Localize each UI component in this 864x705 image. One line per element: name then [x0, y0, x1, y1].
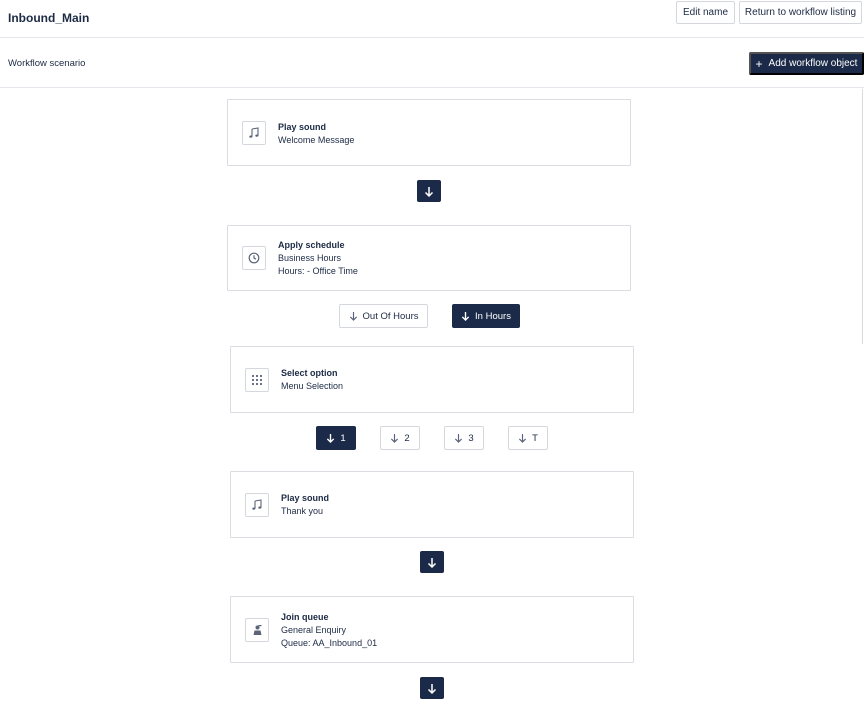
arrow-down-icon: [427, 683, 437, 694]
clock-icon: [242, 246, 266, 270]
branch-out-of-hours[interactable]: Out Of Hours: [339, 304, 428, 328]
arrow-down-icon: [327, 433, 335, 443]
section-title: Workflow scenario: [8, 58, 86, 69]
next-step-arrow-button[interactable]: [417, 180, 441, 202]
workflow-node-join-queue[interactable]: Join queue General Enquiry Queue: AA_Inb…: [230, 596, 634, 663]
node-detail: Thank you: [281, 506, 324, 516]
branch-label: 3: [468, 432, 474, 444]
arrow-down-icon: [461, 311, 470, 321]
arrow-down-icon: [427, 557, 437, 568]
arrow-down-icon: [455, 433, 463, 443]
branch-label: 1: [340, 432, 346, 444]
scenario-bar: Workflow scenario + Add workflow object: [0, 38, 864, 88]
branch-label: T: [532, 432, 538, 444]
branch-label: 2: [404, 432, 410, 444]
node-detail: Queue: AA_Inbound_01: [281, 638, 378, 648]
queue-agent-icon: [245, 618, 269, 642]
node-heading: Apply schedule: [278, 240, 345, 250]
node-heading: Join queue: [281, 612, 329, 622]
node-heading: Select option: [281, 368, 338, 378]
node-text: Join queue General Enquiry Queue: AA_Inb…: [281, 611, 377, 650]
node-heading: Play sound: [281, 493, 330, 503]
node-detail: General Enquiry: [281, 625, 347, 635]
workflow-node-play-sound[interactable]: Play sound Thank you: [230, 471, 634, 538]
plus-icon: +: [755, 56, 763, 71]
add-workflow-object-button[interactable]: + Add workflow object: [749, 52, 864, 75]
edit-name-button[interactable]: Edit name: [676, 1, 735, 24]
branch-label: Out Of Hours: [362, 310, 419, 322]
branch-option-2[interactable]: 2: [380, 426, 420, 450]
branch-option-t[interactable]: T: [508, 426, 548, 450]
next-step-arrow-button[interactable]: [420, 677, 444, 699]
workflow-node-apply-schedule[interactable]: Apply schedule Business Hours Hours: - O…: [227, 225, 631, 291]
node-detail: Hours: - Office Time: [278, 266, 358, 276]
top-bar: Inbound_Main Edit name Return to workflo…: [0, 0, 864, 38]
workflow-node-play-sound[interactable]: Play sound Welcome Message: [227, 99, 631, 166]
arrow-down-icon: [349, 311, 357, 321]
music-note-icon: [242, 121, 266, 145]
branch-in-hours[interactable]: In Hours: [452, 304, 520, 328]
node-detail: Welcome Message: [278, 135, 355, 145]
branch-option-3[interactable]: 3: [444, 426, 484, 450]
node-text: Play sound Welcome Message: [278, 121, 354, 147]
node-text: Apply schedule Business Hours Hours: - O…: [278, 239, 358, 278]
node-text: Select option Menu Selection: [281, 367, 343, 393]
branch-option-1[interactable]: 1: [316, 426, 356, 450]
workflow-node-select-option[interactable]: Select option Menu Selection: [230, 346, 634, 413]
node-detail: Business Hours: [278, 253, 342, 263]
add-workflow-object-label: Add workflow object: [768, 58, 858, 69]
node-detail: Menu Selection: [281, 381, 344, 391]
scrollbar[interactable]: [862, 89, 863, 344]
next-step-arrow-button[interactable]: [420, 551, 444, 573]
music-note-icon: [245, 493, 269, 517]
keypad-icon: [245, 368, 269, 392]
arrow-down-icon: [424, 186, 434, 197]
arrow-down-icon: [391, 433, 399, 443]
node-text: Play sound Thank you: [281, 492, 329, 518]
return-to-listing-button[interactable]: Return to workflow listing: [739, 1, 862, 24]
page-title: Inbound_Main: [8, 11, 90, 25]
node-heading: Play sound: [278, 122, 327, 132]
arrow-down-icon: [519, 433, 527, 443]
branch-label: In Hours: [475, 310, 511, 322]
